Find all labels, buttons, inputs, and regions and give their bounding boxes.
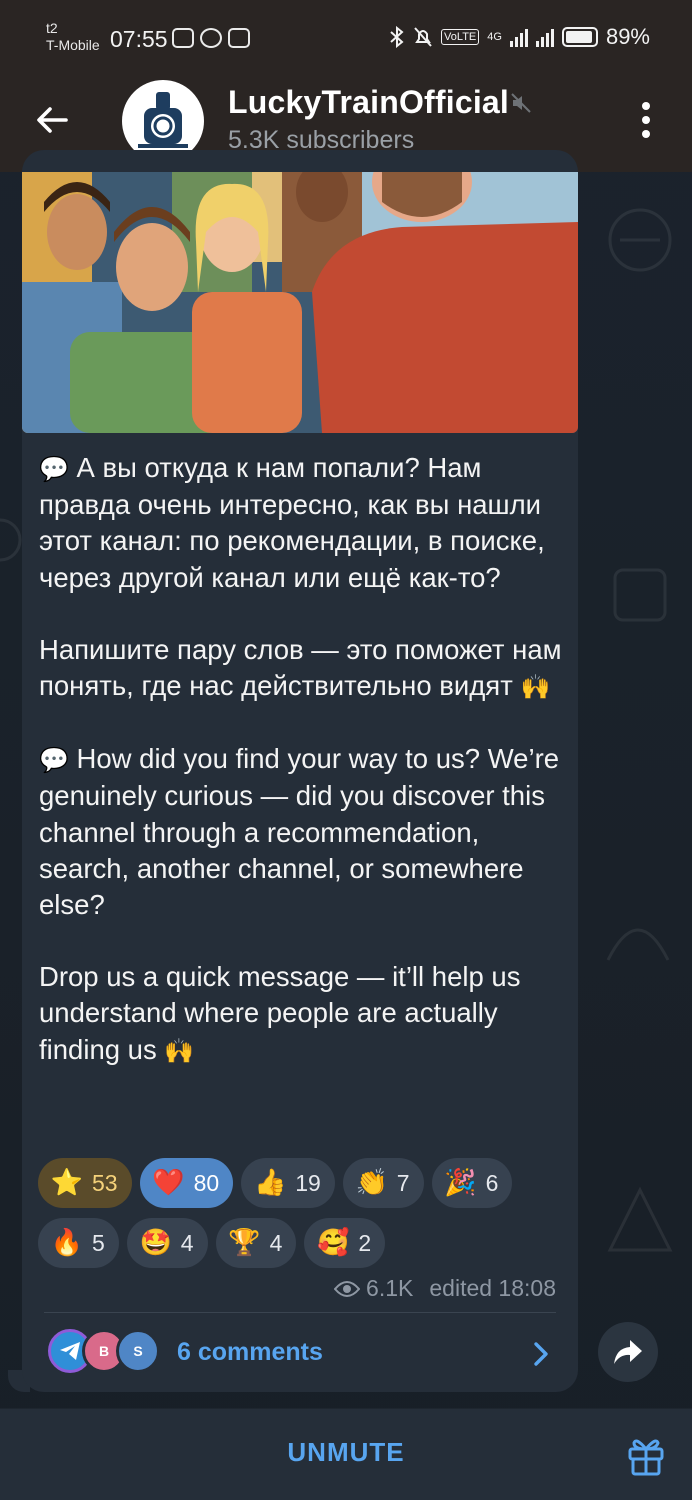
wallpaper-doodle-icon [0, 518, 22, 562]
post-paragraph-ru-1: 💬 А вы откуда к нам попали? Нам правда о… [39, 450, 569, 596]
status-system-icons: VoLTE 4G 89% [389, 24, 650, 50]
reaction-chip[interactable]: 👍 19 [241, 1158, 335, 1208]
commenter-avatar: S [116, 1329, 160, 1373]
battery-level: 89% [605, 24, 650, 49]
reaction-count: 5 [92, 1229, 105, 1256]
post-meta: 6.1K edited 18:08 [334, 1275, 556, 1302]
telegram-plane-icon [60, 1342, 80, 1360]
share-button[interactable] [598, 1322, 658, 1382]
post-paragraph-en-1: 💬 How did you find your way to us? We’re… [39, 741, 569, 923]
edited-time: edited 18:08 [429, 1275, 556, 1301]
raised-hands-icon: 🙌 [520, 673, 551, 702]
reactions-row-1: ⭐ 53 ❤️ 80 👍 19 👏 7 🎉 6 [38, 1158, 568, 1208]
post-paragraph-ru-2: Напишите пару слов — это поможет нам пон… [39, 632, 569, 705]
reaction-emoji-icon: 👍 [254, 1168, 287, 1198]
reaction-count: 6 [485, 1169, 499, 1196]
reaction-emoji-icon: 🤩 [139, 1228, 172, 1258]
status-time: 07:55 [110, 26, 168, 52]
status-bar: t2 T-Mobile 07:55 VoLTE 4G 89% [0, 0, 692, 70]
battery-icon [561, 27, 598, 47]
carrier-label: t2 T-Mobile [46, 20, 100, 54]
signal-bars-2-icon [535, 27, 554, 47]
post-text: 💬 А вы откуда к нам попали? Нам правда о… [39, 450, 569, 1069]
reaction-emoji-icon: ❤️ [152, 1168, 185, 1198]
paragraph-text: Drop us a quick message — it’ll help us … [39, 961, 521, 1065]
reaction-chip[interactable]: 👏 7 [342, 1158, 424, 1208]
reaction-count: 53 [92, 1169, 118, 1196]
reaction-count: 2 [358, 1229, 372, 1256]
reaction-emoji-icon: ⭐ [50, 1168, 84, 1198]
wallpaper-doodle-icon [607, 1186, 673, 1252]
reaction-count: 7 [396, 1169, 410, 1196]
eye-icon [334, 1280, 361, 1297]
carrier-bottom: T-Mobile [46, 37, 100, 53]
post-paragraph-en-2: Drop us a quick message — it’ll help us … [39, 959, 569, 1069]
paragraph-text: А вы откуда к нам попали? Нам правда оче… [39, 452, 545, 593]
bottom-bar: UNMUTE [0, 1408, 692, 1500]
channel-title[interactable]: LuckyTrainOfficial [228, 84, 509, 121]
reaction-chip[interactable]: 🔥 5 [38, 1218, 119, 1268]
comments-divider [44, 1312, 556, 1313]
share-arrow-icon [614, 1340, 642, 1364]
raised-hands-icon: 🙌 [164, 1036, 195, 1065]
reaction-count: 4 [180, 1229, 194, 1256]
reaction-chip[interactable]: 🤩 4 [126, 1218, 208, 1268]
comments-button[interactable]: B S 6 comments [22, 1314, 578, 1392]
paragraph-text: How did you find your way to us? We’re g… [39, 743, 560, 921]
reaction-emoji-icon: 🏆 [228, 1228, 261, 1258]
paragraph-text: Напишите пару слов — это поможет нам пон… [39, 633, 562, 702]
reaction-count: 19 [295, 1169, 321, 1196]
speech-bubble-icon: 💬 [39, 746, 69, 775]
back-arrow-icon[interactable] [30, 98, 74, 142]
reaction-chip[interactable]: 🏆 4 [215, 1218, 297, 1268]
reaction-emoji-icon: 🥰 [317, 1228, 350, 1258]
top-bar: t2 T-Mobile 07:55 VoLTE 4G 89% LuckyTrai… [0, 0, 692, 172]
volte-icon: VoLTE [441, 29, 480, 45]
unmute-button[interactable]: UNMUTE [0, 1437, 692, 1468]
reaction-chip[interactable]: ⭐ 53 [38, 1158, 132, 1208]
chevron-right-icon [534, 1342, 548, 1366]
reaction-chip[interactable]: ❤️ 80 [139, 1158, 234, 1208]
gift-icon[interactable] [626, 1433, 666, 1477]
reaction-emoji-icon: 🔥 [50, 1228, 84, 1258]
crowd-illustration-icon [22, 172, 578, 433]
reaction-chip[interactable]: 🎉 6 [431, 1158, 513, 1208]
network-type: 4G [487, 31, 502, 43]
reaction-count: 80 [193, 1169, 220, 1196]
status-notification-icons [172, 28, 250, 48]
gallery-icon [228, 28, 250, 48]
wallpaper-doodle-icon [608, 208, 672, 272]
bluetooth-icon [390, 26, 404, 48]
reactions-row-2: 🔥 5 🤩 4 🏆 4 🥰 2 [38, 1218, 568, 1268]
channel-post[interactable]: 💬 А вы откуда к нам попали? Нам правда о… [22, 150, 578, 1392]
bell-off-icon [414, 27, 432, 47]
wallpaper-doodle-icon [606, 928, 670, 961]
muted-icon [511, 93, 531, 113]
wallpaper-doodle-icon [613, 568, 667, 622]
reaction-emoji-icon: 🎉 [444, 1168, 477, 1198]
comments-label: 6 comments [177, 1338, 323, 1366]
signal-bars-icon [509, 27, 528, 47]
post-illustration[interactable] [22, 172, 578, 433]
nfc-icon [172, 28, 194, 48]
reaction-count: 4 [269, 1229, 283, 1256]
reaction-chip[interactable]: 🥰 2 [304, 1218, 386, 1268]
reactions: ⭐ 53 ❤️ 80 👍 19 👏 7 🎉 6 🔥 5 🤩 4 🏆 4 🥰 2 [38, 1158, 568, 1278]
speech-bubble-icon: 💬 [39, 455, 69, 483]
more-vertical-icon[interactable] [634, 98, 658, 142]
alarm-icon [200, 28, 222, 48]
carrier-top: t2 [46, 20, 58, 36]
reaction-emoji-icon: 👏 [355, 1168, 388, 1198]
view-count: 6.1K [366, 1275, 414, 1301]
